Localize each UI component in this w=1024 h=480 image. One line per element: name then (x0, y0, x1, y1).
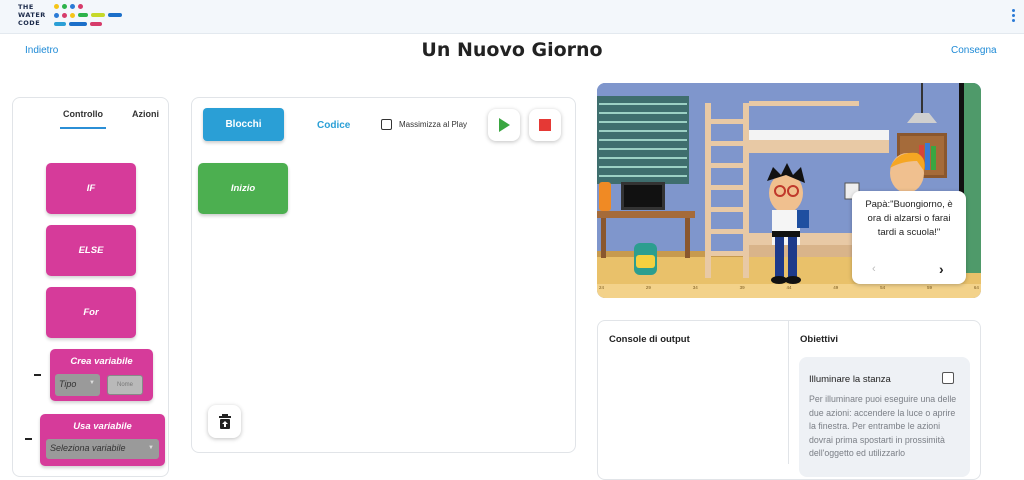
ruler-label: 54 (880, 285, 886, 290)
chevron-down-icon: ▼ (148, 445, 154, 451)
type-select-value: Tipo (59, 379, 77, 389)
panel-divider (788, 321, 789, 464)
if-block[interactable]: IF (46, 163, 136, 214)
dialog-bubble: Papà:"Buongiorno, è ora di alzarsi o far… (852, 191, 966, 284)
maximize-label: Massimizza al Play (399, 120, 468, 129)
goal-title: Illuminare la stanza (809, 374, 891, 385)
ruler: 24 29 34 39 44 49 54 59 64 (597, 285, 981, 297)
start-block[interactable]: Inizio (198, 163, 288, 214)
variable-select-value: Seleziona variabile (50, 443, 126, 453)
ruler-label: 39 (739, 285, 745, 290)
collapse-toggle[interactable] (34, 374, 41, 376)
objectives-title: Obiettivi (800, 334, 839, 345)
logo-text: THE WATER CODE (18, 3, 46, 27)
active-tab-indicator (60, 127, 106, 129)
play-icon (499, 118, 510, 132)
submit-link[interactable]: Consegna (951, 45, 997, 56)
chevron-right-icon[interactable]: › (939, 261, 944, 277)
code-tab-button[interactable]: Codice (317, 120, 350, 131)
ruler-label: 49 (833, 285, 839, 290)
goal-checkbox[interactable] (942, 372, 954, 384)
ruler-label: 44 (786, 285, 792, 290)
use-variable-label: Usa variabile (73, 421, 132, 432)
ruler-label: 64 (973, 285, 979, 290)
ruler-label: 24 (599, 285, 605, 290)
type-select[interactable]: Tipo ▼ (55, 374, 100, 396)
editor-panel (191, 97, 576, 453)
dialog-text: Papà:"Buongiorno, è ora di alzarsi o far… (865, 199, 953, 238)
trash-button[interactable] (208, 405, 241, 438)
ruler-label: 34 (692, 285, 698, 290)
variable-select[interactable]: Seleziona variabile ▼ (46, 439, 159, 459)
chevron-down-icon: ▼ (89, 380, 95, 386)
collapse-toggle-2[interactable] (25, 438, 32, 440)
page-title: Un Nuovo Giorno (421, 39, 603, 61)
tab-controllo[interactable]: Controllo (63, 109, 103, 119)
top-bar: THE WATER CODE (0, 0, 1024, 34)
goal-description: Per illuminare puoi eseguire una delle d… (809, 394, 957, 458)
create-variable-label: Crea variabile (70, 356, 133, 367)
blocks-tab-button[interactable]: Blocchi (203, 108, 284, 141)
stop-button[interactable] (529, 109, 561, 141)
else-block[interactable]: ELSE (46, 225, 136, 276)
water-code-logo[interactable]: THE WATER CODE (18, 3, 138, 31)
console-title: Console di output (609, 334, 690, 345)
maximize-checkbox[interactable] (381, 119, 392, 130)
trash-icon (218, 414, 231, 429)
kebab-menu-icon[interactable] (1012, 9, 1016, 23)
ruler-label: 29 (645, 285, 651, 290)
goal-card: Illuminare la stanza Per illuminare puoi… (799, 357, 970, 477)
stop-icon (539, 119, 551, 131)
play-button[interactable] (488, 109, 520, 141)
chevron-left-icon[interactable]: ‹ (872, 263, 876, 275)
tab-azioni[interactable]: Azioni (132, 109, 159, 119)
for-block[interactable]: For (46, 287, 136, 338)
variable-name-input[interactable]: Nome (107, 375, 143, 395)
ruler-label: 59 (927, 285, 933, 290)
